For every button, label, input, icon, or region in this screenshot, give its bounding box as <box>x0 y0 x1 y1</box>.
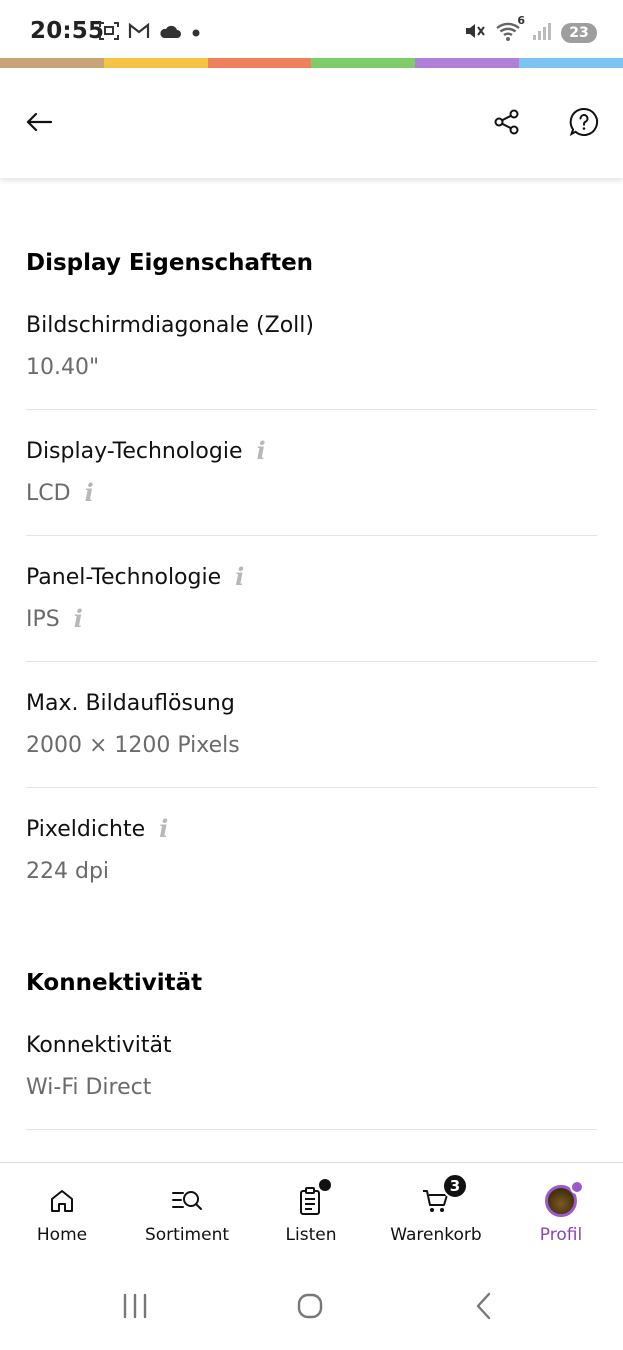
share-icon <box>493 108 521 140</box>
bottom-navigation: Home Sortiment Listen 3 Warenkorb Profil <box>0 1162 623 1262</box>
share-button[interactable] <box>485 102 529 146</box>
property-row: Bildschirmdiagonale (Zoll) 10.40" <box>26 310 597 382</box>
property-row: Konnektivität Wi-Fi Direct <box>26 1030 597 1102</box>
divider <box>26 661 597 662</box>
home-button-icon <box>295 1291 325 1325</box>
signal-icon <box>531 21 553 45</box>
nav-label: Home <box>36 1225 88 1245</box>
status-bar: 20:55 6 23 <box>0 0 623 58</box>
property-label: Display-Technologie <box>26 438 243 464</box>
divider <box>26 1129 597 1130</box>
top-app-bar <box>0 68 623 178</box>
property-value: Wi-Fi Direct <box>26 1074 152 1100</box>
nav-home[interactable]: Home <box>0 1183 124 1245</box>
property-value: IPS <box>26 606 60 632</box>
stripe-segment <box>0 58 104 68</box>
wifi-icon: 6 <box>495 14 525 46</box>
stripe-segment <box>207 58 312 68</box>
screenshot-icon <box>98 20 120 46</box>
product-properties: Display Eigenschaften Bildschirmdiagonal… <box>0 178 623 1162</box>
info-icon[interactable]: i <box>85 481 94 505</box>
divider <box>26 535 597 536</box>
nav-label: Sortiment <box>144 1225 230 1245</box>
clipboard-icon <box>293 1179 331 1219</box>
status-right-icons: 6 23 <box>463 14 597 46</box>
property-value: LCD <box>26 480 71 506</box>
system-back-button[interactable] <box>464 1292 504 1324</box>
dot-icon <box>190 24 202 43</box>
stripe-segment <box>103 58 208 68</box>
nav-label: Profil <box>539 1225 583 1245</box>
status-time: 20:55 <box>30 18 105 44</box>
mute-icon <box>463 20 487 46</box>
info-icon[interactable]: i <box>74 607 83 631</box>
back-icon <box>472 1291 496 1325</box>
gmail-icon <box>128 22 150 44</box>
help-circle-icon <box>569 107 599 141</box>
nav-listen[interactable]: Listen <box>249 1179 373 1245</box>
back-button[interactable] <box>17 102 61 146</box>
info-icon[interactable]: i <box>159 817 168 841</box>
property-row: Max. Bildauflösung 2000 × 1200 Pixels <box>26 688 597 760</box>
search-list-icon <box>169 1183 205 1219</box>
brand-color-stripe <box>0 58 623 68</box>
property-row: Pixeldichte i 224 dpi <box>26 814 597 886</box>
property-value: 224 dpi <box>26 858 110 884</box>
property-label: Pixeldichte <box>26 816 146 842</box>
stripe-segment <box>415 58 520 68</box>
nav-warenkorb[interactable]: 3 Warenkorb <box>374 1173 498 1245</box>
info-icon[interactable]: i <box>235 565 244 589</box>
section-title-display: Display Eigenschaften <box>26 250 314 276</box>
nav-sortiment[interactable]: Sortiment <box>125 1183 249 1245</box>
notification-dot <box>570 1180 584 1194</box>
property-value: 2000 × 1200 Pixels <box>26 732 240 758</box>
property-label: Panel-Technologie <box>26 564 222 590</box>
help-button[interactable] <box>562 102 606 146</box>
nav-label: Warenkorb <box>390 1225 482 1245</box>
home-icon <box>44 1183 80 1219</box>
divider <box>26 409 597 410</box>
system-navigation <box>0 1262 623 1350</box>
battery-icon: 23 <box>561 23 597 43</box>
recents-icon <box>120 1292 150 1324</box>
property-label: Konnektivität <box>26 1032 172 1058</box>
avatar <box>545 1180 584 1217</box>
stripe-segment <box>311 58 416 68</box>
divider <box>26 787 597 788</box>
cart-count-badge: 3 <box>442 1173 468 1199</box>
recents-button[interactable] <box>115 1292 155 1324</box>
property-row: Display-Technologie i LCD i <box>26 436 597 508</box>
notification-dot <box>319 1179 331 1191</box>
property-label: Max. Bildauflösung <box>26 690 235 716</box>
info-icon[interactable]: i <box>257 439 266 463</box>
stripe-segment <box>519 58 623 68</box>
avatar-icon <box>543 1180 584 1219</box>
property-row: Panel-Technologie i IPS i <box>26 562 597 634</box>
nav-profil[interactable]: Profil <box>499 1180 623 1245</box>
nav-label: Listen <box>285 1225 337 1245</box>
status-left-icons <box>98 20 202 46</box>
wifi-badge: 6 <box>517 14 525 27</box>
arrow-left-icon <box>25 111 53 137</box>
property-label: Bildschirmdiagonale (Zoll) <box>26 312 314 338</box>
section-title-connectivity: Konnektivität <box>26 970 203 996</box>
cart-icon: 3 <box>418 1173 468 1219</box>
cloud-icon <box>158 23 182 43</box>
system-home-button[interactable] <box>290 1292 330 1324</box>
property-value: 10.40" <box>26 354 100 380</box>
